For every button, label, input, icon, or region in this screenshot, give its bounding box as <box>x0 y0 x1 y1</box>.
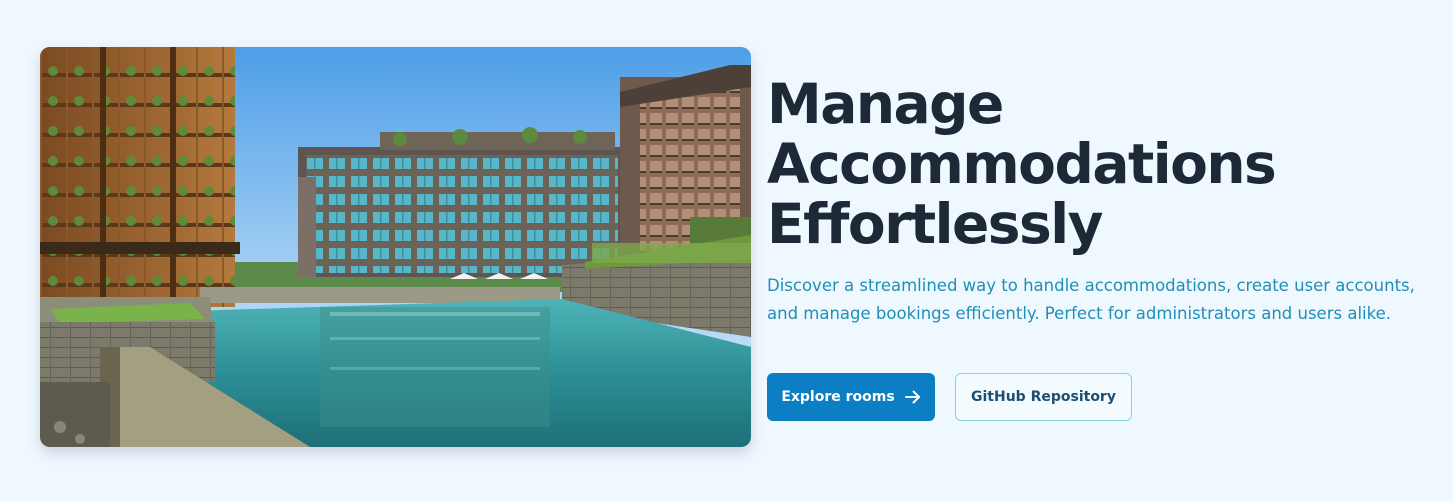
hero-description: Discover a streamlined way to handle acc… <box>767 276 1415 323</box>
github-repository-label: GitHub Repository <box>971 389 1116 405</box>
headline-line-1: Manage <box>767 72 1004 136</box>
github-repository-button[interactable]: GitHub Repository <box>955 373 1132 421</box>
hotel-pool-illustration <box>40 47 751 447</box>
hero-text: Manage Accommodations Effortlessly Disco… <box>767 74 1437 328</box>
explore-rooms-label: Explore rooms <box>781 389 895 405</box>
hero-section: Manage Accommodations Effortlessly Disco… <box>0 0 1453 501</box>
headline-line-2: Accommodations <box>767 132 1277 196</box>
headline-line-3: Effortlessly <box>767 192 1103 256</box>
arrow-right-icon <box>904 390 921 404</box>
explore-rooms-button[interactable]: Explore rooms <box>767 373 935 421</box>
hero-image <box>40 47 751 447</box>
page-title: Manage Accommodations Effortlessly <box>767 74 1437 254</box>
